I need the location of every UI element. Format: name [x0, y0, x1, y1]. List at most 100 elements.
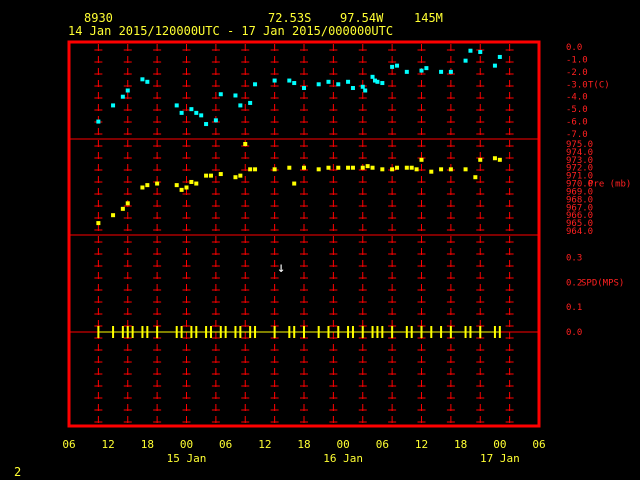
time-range: 14 Jan 2015/120000UTC - 17 Jan 2015/0000… — [68, 24, 393, 38]
x-tick-label: 12 — [258, 438, 271, 451]
y-tick-label: -6.0 — [566, 118, 588, 128]
temperature-point — [439, 69, 444, 74]
pressure-point — [253, 167, 258, 172]
temperature-point — [248, 100, 253, 105]
temperature-point — [194, 110, 199, 115]
pressure-point — [292, 181, 297, 186]
pressure-point — [497, 157, 502, 162]
panels: 0.0-1.0-2.0-3.0-4.0-5.0-6.0-7.0T(C)975.0… — [69, 43, 631, 338]
y-tick-label: -1.0 — [566, 55, 588, 65]
pressure-point — [365, 164, 370, 169]
x-tick-label: 00 — [493, 438, 506, 451]
temperature-point — [111, 103, 116, 108]
pressure-point — [140, 185, 145, 190]
chart-canvas: 8930 72.53S 97.54W 145M 14 Jan 2015/1200… — [14, 11, 631, 479]
pressure-point — [463, 167, 468, 172]
temperature-point — [199, 113, 204, 118]
pressure-point — [125, 201, 130, 206]
y-tick-label: -4.0 — [566, 93, 588, 103]
pressure-point — [404, 165, 409, 170]
pressure-point — [208, 173, 213, 178]
temperature-point — [218, 92, 223, 97]
x-day-label: 16 Jan — [323, 452, 363, 465]
pressure-point — [360, 165, 365, 170]
x-day-label: 15 Jan — [167, 452, 207, 465]
temperature-point — [363, 88, 368, 93]
y-tick-label: 0.2 — [566, 278, 582, 288]
temperature-point — [380, 81, 385, 86]
pressure-point — [174, 183, 179, 188]
pressure-point — [395, 165, 400, 170]
pressure-point — [419, 157, 424, 162]
pressure-point — [448, 167, 453, 172]
x-tick-label: 06 — [219, 438, 232, 451]
temperature-point — [497, 54, 502, 59]
pressure-point — [346, 165, 351, 170]
temperature-point — [468, 48, 473, 53]
time-grid — [94, 44, 514, 424]
temperature-point — [213, 118, 218, 123]
x-tick-label: 00 — [337, 438, 350, 451]
pressure-point — [380, 167, 385, 172]
pressure-point — [336, 165, 341, 170]
y-tick-label: -7.0 — [566, 130, 588, 140]
temperature-point — [370, 74, 375, 79]
y-tick-label: 0.1 — [566, 303, 582, 313]
pressure-point — [492, 156, 497, 161]
temperature-point — [404, 69, 409, 74]
x-day-label: 17 Jan — [480, 452, 520, 465]
y-tick-label: -3.0 — [566, 80, 588, 90]
y-tick-label: 964.0 — [566, 227, 593, 237]
temperature-point — [419, 68, 424, 73]
temperature-point — [120, 94, 125, 99]
temperature-point — [326, 79, 331, 84]
pressure-point — [473, 175, 478, 180]
y-tick-label: -5.0 — [566, 105, 588, 115]
temperature-point — [233, 93, 238, 98]
temperature-point — [478, 49, 483, 54]
x-tick-label: 00 — [180, 438, 193, 451]
pressure-point — [316, 167, 321, 172]
pressure-point — [409, 165, 414, 170]
pressure-point — [218, 172, 223, 177]
pressure-point — [429, 169, 434, 174]
temperature-point — [346, 79, 351, 84]
latitude: 72.53S — [268, 11, 311, 25]
pressure-point — [326, 165, 331, 170]
x-tick-label: 18 — [454, 438, 467, 451]
x-tick-label: 18 — [297, 438, 310, 451]
x-tick-label: 06 — [376, 438, 389, 451]
pressure-point — [155, 181, 160, 186]
pressure-point — [204, 173, 209, 178]
temperature-point — [448, 69, 453, 74]
temperature-point — [463, 58, 468, 63]
temperature-point — [395, 63, 400, 68]
temperature-point — [316, 82, 321, 87]
temperature-point — [336, 82, 341, 87]
y-tick-label: 0.3 — [566, 253, 582, 263]
temperature-point — [96, 119, 101, 124]
pressure-point — [414, 167, 419, 172]
temperature-point — [238, 103, 243, 108]
pressure-point — [111, 213, 116, 218]
page-number: 2 — [14, 465, 21, 479]
pressure-point — [96, 221, 101, 226]
wind-direction-arrow: ↓ — [277, 260, 285, 276]
pressure-point — [302, 165, 306, 170]
temperature-point — [390, 64, 395, 69]
temperature-point — [272, 78, 277, 83]
longitude: 97.54W — [340, 11, 384, 25]
series-label: SPD(MPS) — [581, 278, 624, 288]
y-tick-label: 0.0 — [566, 328, 582, 338]
x-tick-label: 06 — [62, 438, 75, 451]
temperature-point — [204, 122, 209, 127]
y-tick-label: -2.0 — [566, 68, 588, 78]
pressure-point — [238, 173, 243, 178]
temperature-point — [302, 86, 306, 91]
temperature-point — [174, 103, 179, 108]
x-axis: 06 12 18 00 06 12 18 00 06 12 18 00 06 15 Jan 16 Jan 17… — [62, 438, 545, 465]
pressure-point — [439, 167, 444, 172]
temperature-point — [253, 82, 258, 87]
temperature-point — [350, 86, 355, 91]
station-id: 8930 — [84, 11, 113, 25]
